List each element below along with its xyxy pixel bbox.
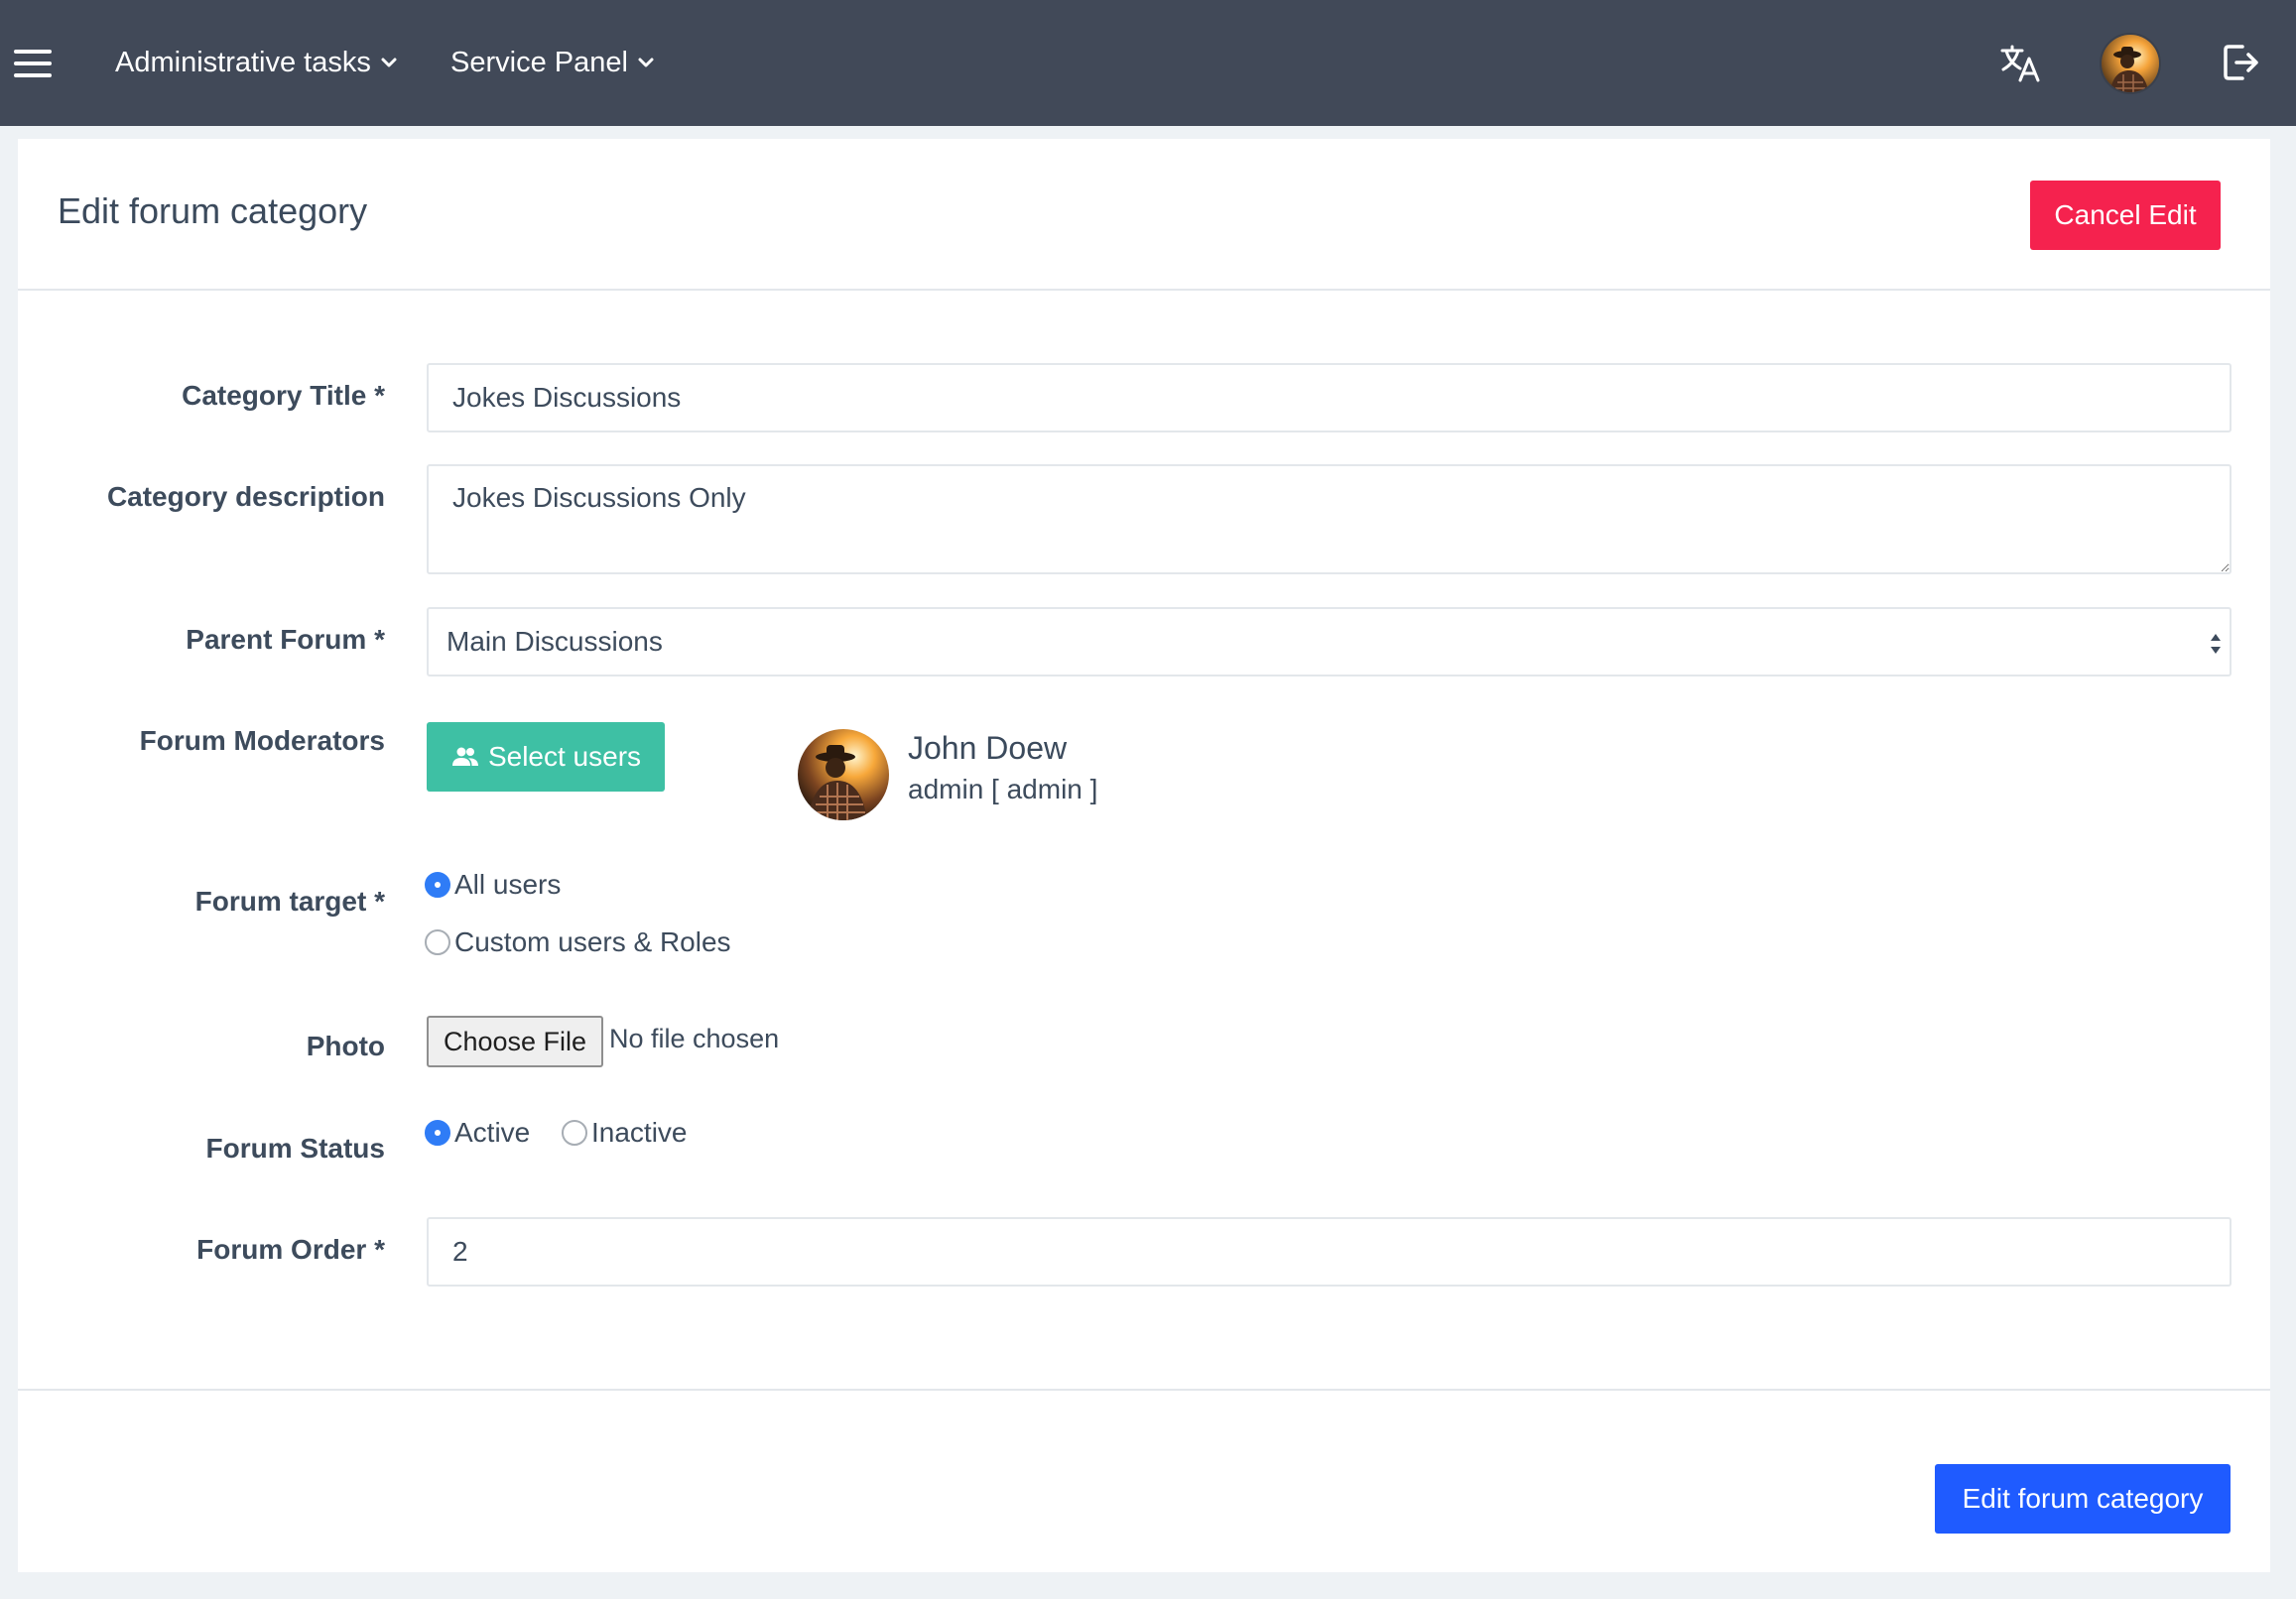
parent-forum-label: Parent Forum [18,624,385,656]
page-title: Edit forum category [58,190,368,231]
moderator-avatar [798,729,889,820]
chevron-down-icon [381,58,397,67]
select-arrows-icon [2211,634,2221,654]
parent-forum-selected-value: Main Discussions [446,626,663,657]
forum-status-inactive-option[interactable]: Inactive [562,1117,688,1149]
forum-status-active-option[interactable]: Active [425,1117,530,1149]
radio-all-users[interactable] [425,872,450,898]
forum-moderators-label: Forum Moderators [139,725,385,756]
moderator-role: admin [ admin ] [908,774,1098,804]
user-avatar[interactable] [2100,33,2161,94]
edit-forum-category-button[interactable]: Edit forum category [1935,1464,2231,1534]
category-title-label: Category Title [18,380,385,412]
choose-file-button[interactable]: Choose File [427,1016,603,1067]
moderator-name: John Doew [908,730,1068,766]
translate-icon[interactable] [1998,42,2042,85]
logout-icon[interactable] [2221,42,2262,83]
forum-status-label: Forum Status [205,1133,385,1164]
radio-custom-users-roles[interactable] [425,929,450,955]
hamburger-icon[interactable] [14,50,52,77]
forum-target-custom-option[interactable]: Custom users & Roles [425,926,731,958]
category-description-textarea[interactable]: Jokes Discussions Only [427,464,2232,574]
category-title-input[interactable] [427,363,2232,432]
photo-label: Photo [306,1031,385,1061]
nav-menu-label: Service Panel [450,46,628,78]
chevron-down-icon [638,58,654,67]
radio-inactive[interactable] [562,1120,587,1146]
radio-label: All users [454,869,562,900]
forum-order-input[interactable] [427,1217,2232,1287]
select-users-label: Select users [487,741,642,772]
radio-label: Active [454,1117,531,1148]
users-icon [451,747,478,766]
forum-target-all-users-option[interactable]: All users [425,869,561,901]
nav-menu-label: Administrative tasks [115,46,371,78]
card-header: Edit forum category Cancel Edit [18,139,2270,291]
top-navbar: Administrative tasks Service Panel [0,0,2296,126]
select-users-button[interactable]: Select users [427,722,665,792]
forum-target-label: Forum target [18,886,385,918]
radio-active[interactable] [425,1120,450,1146]
cancel-edit-button[interactable]: Cancel Edit [2030,181,2221,250]
forum-order-label: Forum Order [18,1234,385,1266]
nav-menu-service-panel[interactable]: Service Panel [450,38,656,87]
moderator-avatar-image [798,729,889,820]
parent-forum-select[interactable]: Main Discussions [427,607,2232,676]
edit-forum-category-card: Edit forum category Cancel Edit Category… [18,139,2270,1572]
footer-divider [18,1389,2270,1391]
radio-label: Custom users & Roles [454,926,731,957]
avatar-image [2102,35,2159,92]
category-description-label: Category description [106,481,385,512]
file-status: No file chosen [609,1024,780,1053]
nav-menu-administrative-tasks[interactable]: Administrative tasks [115,38,399,87]
radio-label: Inactive [591,1117,688,1148]
